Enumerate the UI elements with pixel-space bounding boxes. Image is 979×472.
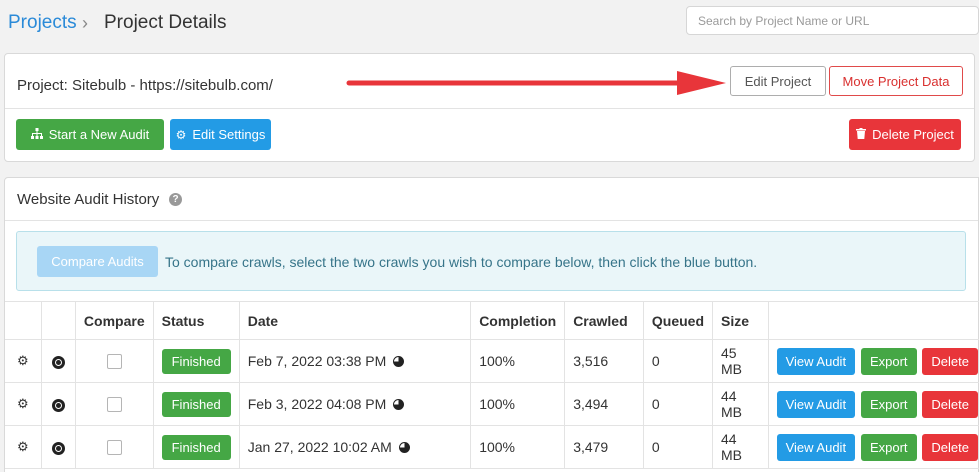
- export-button[interactable]: Export: [860, 390, 917, 418]
- size-cell: 44 MB: [712, 425, 769, 469]
- column-header-size: Size: [712, 301, 769, 340]
- audit-history-panel: Website Audit History ? Compare Audits T…: [4, 177, 979, 472]
- compare-checkbox[interactable]: [106, 397, 122, 413]
- edit-project-button[interactable]: Edit Project: [730, 66, 826, 96]
- delete-project-button[interactable]: Delete Project: [849, 119, 961, 150]
- project-title: Project: Sitebulb - https://sitebulb.com…: [17, 77, 273, 94]
- project-panel: Project: Sitebulb - https://sitebulb.com…: [4, 53, 975, 162]
- chrome-icon: [51, 398, 65, 412]
- completion-cell: 100%: [470, 339, 566, 383]
- question-circle-icon[interactable]: ?: [169, 193, 182, 206]
- audit-date: Feb 3, 2022 04:08 PM: [247, 396, 387, 412]
- audit-date: Jan 27, 2022 10:02 AM: [247, 439, 392, 455]
- gears-icon: ⚙: [175, 127, 187, 142]
- column-header-date: Date: [239, 301, 472, 340]
- edit-settings-label: Edit Settings: [192, 127, 266, 142]
- export-button[interactable]: Export: [860, 433, 917, 461]
- chrome-icon: [51, 441, 65, 455]
- table-row: ⚙ Finished Jan 27, 2022 10:02 AM 100% 3,…: [5, 425, 979, 469]
- sitemap-icon: [30, 127, 43, 142]
- gears-icon[interactable]: ⚙: [5, 339, 42, 383]
- column-header-actions: [768, 301, 979, 340]
- view-audit-button[interactable]: View Audit: [776, 347, 856, 375]
- delete-audit-button[interactable]: Delete: [922, 433, 978, 461]
- column-header-completion: Completion: [470, 301, 566, 340]
- column-header-settings: [5, 301, 42, 340]
- view-audit-button[interactable]: View Audit: [776, 433, 856, 461]
- top-bar: Projects › Project Details: [0, 0, 979, 46]
- compare-checkbox[interactable]: [106, 440, 122, 456]
- status-badge: Finished: [161, 391, 231, 417]
- table-row: ⚙ Finished Feb 3, 2022 04:08 PM 100% 3,4…: [5, 382, 979, 426]
- crawled-cell: 3,494: [564, 382, 644, 426]
- compare-audits-button[interactable]: Compare Audits: [37, 246, 158, 277]
- gears-icon[interactable]: ⚙: [5, 425, 42, 469]
- compare-hint-text: To compare crawls, select the two crawls…: [165, 254, 758, 270]
- column-header-queued: Queued: [643, 301, 714, 340]
- view-audit-button[interactable]: View Audit: [776, 390, 856, 418]
- edit-settings-button[interactable]: ⚙ Edit Settings: [170, 119, 271, 150]
- queued-cell: 0: [643, 382, 714, 426]
- completion-cell: 100%: [470, 425, 566, 469]
- delete-audit-button[interactable]: Delete: [922, 390, 978, 418]
- start-new-audit-label: Start a New Audit: [48, 127, 150, 142]
- pie-chart-icon[interactable]: [398, 441, 410, 453]
- audit-date: Feb 7, 2022 03:38 PM: [247, 353, 387, 369]
- status-badge: Finished: [161, 348, 231, 374]
- column-header-crawled: Crawled: [564, 301, 644, 340]
- breadcrumb-separator-icon: ›: [82, 13, 88, 33]
- crawled-cell: 3,516: [564, 339, 644, 383]
- annotation-arrow-icon: [346, 71, 726, 95]
- audit-history-table: Compare Status Date Completion Crawled Q…: [5, 301, 979, 469]
- size-cell: 45 MB: [712, 339, 769, 383]
- trash-icon: [856, 127, 867, 142]
- start-new-audit-button[interactable]: Start a New Audit: [16, 119, 164, 150]
- size-cell: 44 MB: [712, 382, 769, 426]
- column-header-browser: [41, 301, 76, 340]
- column-header-status: Status: [153, 301, 240, 340]
- crawled-cell: 3,479: [564, 425, 644, 469]
- pie-chart-icon[interactable]: [393, 398, 405, 410]
- panel-divider: [5, 220, 978, 221]
- status-badge: Finished: [161, 434, 231, 460]
- pie-chart-icon[interactable]: [393, 355, 405, 367]
- panel-divider: [5, 108, 974, 109]
- queued-cell: 0: [643, 425, 714, 469]
- compare-info-alert: Compare Audits To compare crawls, select…: [16, 231, 966, 291]
- page-title: Project Details: [104, 12, 227, 33]
- queued-cell: 0: [643, 339, 714, 383]
- compare-checkbox[interactable]: [106, 354, 122, 370]
- completion-cell: 100%: [470, 382, 566, 426]
- delete-project-label: Delete Project: [872, 127, 954, 142]
- search-input[interactable]: [686, 6, 979, 35]
- chrome-icon: [51, 355, 65, 369]
- audit-history-title: Website Audit History: [17, 191, 160, 208]
- column-header-compare: Compare: [75, 301, 154, 340]
- breadcrumb-projects-link[interactable]: Projects: [8, 12, 77, 34]
- delete-audit-button[interactable]: Delete: [922, 347, 978, 375]
- export-button[interactable]: Export: [860, 347, 917, 375]
- table-row: ⚙ Finished Feb 7, 2022 03:38 PM 100% 3,5…: [5, 339, 979, 383]
- table-header-row: Compare Status Date Completion Crawled Q…: [5, 301, 979, 340]
- move-project-data-button[interactable]: Move Project Data: [829, 66, 963, 96]
- gears-icon[interactable]: ⚙: [5, 382, 42, 426]
